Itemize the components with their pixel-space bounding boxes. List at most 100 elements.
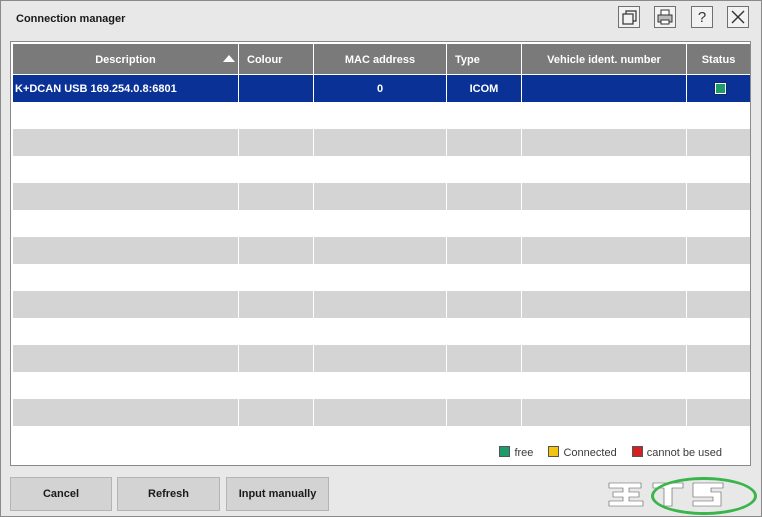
table-cell <box>687 291 750 318</box>
help-button[interactable]: ? <box>691 6 713 28</box>
table-cell <box>447 372 522 399</box>
table-cell <box>314 264 447 291</box>
sort-ascending-icon <box>223 55 235 62</box>
table-cell <box>522 237 687 264</box>
table-cell <box>314 345 447 372</box>
table-cell <box>13 183 239 210</box>
table-cell <box>447 129 522 156</box>
column-header-status[interactable]: Status <box>687 44 750 74</box>
title-bar: Connection manager ? <box>1 1 761 37</box>
cell-colour <box>239 75 314 102</box>
table-row[interactable] <box>13 264 750 291</box>
table-cell <box>314 210 447 237</box>
table-cell <box>13 399 239 426</box>
table-cell <box>522 156 687 183</box>
cell-type: ICOM <box>447 75 522 102</box>
column-header-vin[interactable]: Vehicle ident. number <box>522 44 687 74</box>
status-connected-icon <box>548 446 560 457</box>
table-cell <box>13 237 239 264</box>
table-cell <box>314 129 447 156</box>
table-cell <box>314 318 447 345</box>
table-cell <box>13 264 239 291</box>
table-cell <box>13 318 239 345</box>
table-cell <box>687 318 750 345</box>
column-header-label: MAC address <box>344 54 416 66</box>
table-cell <box>239 399 314 426</box>
table-row[interactable] <box>13 129 750 156</box>
table-row[interactable] <box>13 156 750 183</box>
column-header-mac[interactable]: MAC address <box>314 44 447 74</box>
table-cell <box>522 264 687 291</box>
legend-free: free <box>499 446 533 459</box>
table-cell <box>314 372 447 399</box>
table-cell <box>522 291 687 318</box>
table-cell <box>314 237 447 264</box>
table-cell <box>239 318 314 345</box>
table-row[interactable] <box>13 399 750 426</box>
window-title: Connection manager <box>16 13 126 25</box>
cancel-button[interactable]: Cancel <box>10 477 112 511</box>
legend-connected: Connected <box>548 446 617 459</box>
table-cell <box>239 372 314 399</box>
cell-text: K+DCAN USB 169.254.0.8:6801 <box>15 83 177 95</box>
column-header-colour[interactable]: Colour <box>239 44 314 74</box>
table-cell <box>314 399 447 426</box>
table-cell <box>13 372 239 399</box>
table-cell <box>687 156 750 183</box>
table-cell <box>447 156 522 183</box>
table-row[interactable] <box>13 183 750 210</box>
restore-button[interactable] <box>618 6 640 28</box>
table-cell <box>522 102 687 129</box>
table-row[interactable] <box>13 318 750 345</box>
table-cell <box>314 183 447 210</box>
refresh-button[interactable]: Refresh <box>117 477 220 511</box>
status-free-icon <box>715 83 726 94</box>
column-header-type[interactable]: Type <box>447 44 522 74</box>
table-cell <box>522 210 687 237</box>
close-button[interactable] <box>727 6 749 28</box>
column-header-label: Vehicle ident. number <box>547 54 661 66</box>
table-cell <box>13 291 239 318</box>
table-cell <box>239 210 314 237</box>
table-cell <box>687 237 750 264</box>
table-row[interactable]: K+DCAN USB 169.254.0.8:6801 0 ICOM <box>13 75 750 102</box>
restore-icon <box>622 10 637 25</box>
legend-label: cannot be used <box>646 447 722 459</box>
table-cell <box>447 291 522 318</box>
table-row[interactable] <box>13 102 750 129</box>
input-manually-button[interactable]: Input manually <box>226 477 329 511</box>
table-cell <box>447 264 522 291</box>
print-button[interactable] <box>654 6 676 28</box>
table-row[interactable] <box>13 210 750 237</box>
table-cell <box>239 264 314 291</box>
table-cell <box>687 264 750 291</box>
table-cell <box>522 183 687 210</box>
legend-label: Connected <box>563 447 617 459</box>
close-icon <box>731 10 745 24</box>
table-row[interactable] <box>13 237 750 264</box>
status-unavailable-icon <box>631 446 643 457</box>
table-cell <box>239 129 314 156</box>
table-cell <box>239 345 314 372</box>
table-cell <box>687 183 750 210</box>
table-cell <box>522 345 687 372</box>
cell-vin <box>522 75 687 102</box>
table-cell <box>687 399 750 426</box>
table-row[interactable] <box>13 372 750 399</box>
legend-cannot-be-used: cannot be used <box>631 446 722 459</box>
status-free-icon <box>499 446 511 457</box>
table-cell <box>314 291 447 318</box>
table-row[interactable] <box>13 291 750 318</box>
table-cell <box>687 345 750 372</box>
column-header-description[interactable]: Description <box>13 44 239 74</box>
table-cell <box>447 237 522 264</box>
connection-manager-window: Connection manager ? Description Colour … <box>0 0 762 517</box>
table-row[interactable] <box>13 345 750 372</box>
table-cell <box>239 183 314 210</box>
table-cell <box>522 372 687 399</box>
column-header-label: Colour <box>247 54 283 66</box>
table-cell <box>447 102 522 129</box>
legend-label: free <box>514 447 534 459</box>
table-cell <box>522 129 687 156</box>
table-cell <box>447 345 522 372</box>
